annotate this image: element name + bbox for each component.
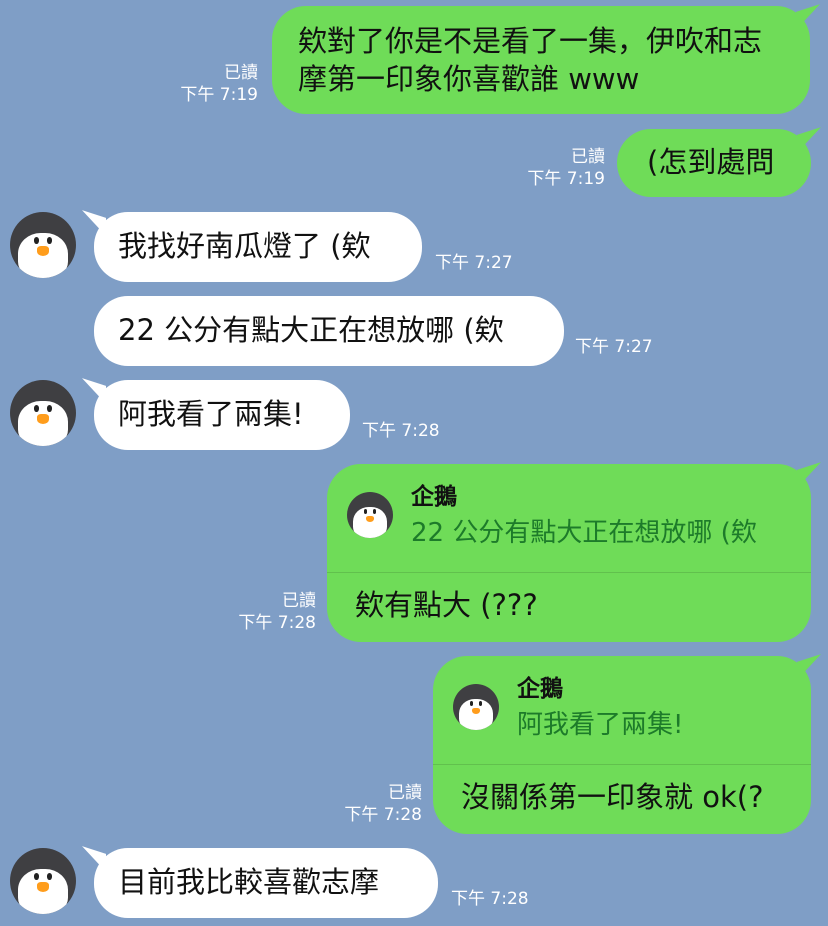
- message-text: 22 公分有點大正在想放哪 (欸: [118, 313, 504, 347]
- quoted-message[interactable]: 企鵝 阿我看了兩集!: [433, 656, 811, 765]
- timestamp: 下午 7:28: [451, 889, 529, 909]
- their-message-bubble[interactable]: 目前我比較喜歡志摩: [94, 848, 438, 918]
- timestamp: 下午 7:27: [435, 253, 513, 273]
- message-meta: 已讀 下午 7:19: [527, 146, 605, 190]
- timestamp: 下午 7:28: [238, 613, 316, 633]
- message-text: 阿我看了兩集!: [118, 397, 304, 431]
- their-message-bubble[interactable]: 阿我看了兩集!: [94, 380, 350, 450]
- message-text: 欸有點大 (???: [355, 588, 538, 622]
- penguin-avatar-icon[interactable]: [10, 848, 76, 914]
- my-message-bubble[interactable]: (怎到處問: [617, 129, 811, 197]
- quoted-text: 阿我看了兩集!: [517, 710, 684, 740]
- timestamp: 下午 7:27: [575, 337, 653, 357]
- my-reply-bubble[interactable]: 企鵝 阿我看了兩集! 沒關係第一印象就 ok(?: [433, 656, 811, 834]
- my-message-bubble[interactable]: 欸對了你是不是看了一集，伊吹和志摩第一印象你喜歡誰 www: [272, 6, 810, 114]
- penguin-avatar-icon: [453, 684, 499, 730]
- their-message-bubble[interactable]: 22 公分有點大正在想放哪 (欸: [94, 296, 564, 366]
- timestamp: 下午 7:19: [180, 85, 258, 105]
- penguin-avatar-icon[interactable]: [10, 212, 76, 278]
- message-text: 我找好南瓜燈了 (欸: [118, 229, 371, 263]
- my-reply-bubble[interactable]: 企鵝 22 公分有點大正在想放哪 (欸 欸有點大 (???: [327, 464, 811, 642]
- quoted-text: 22 公分有點大正在想放哪 (欸: [411, 518, 757, 548]
- penguin-avatar-icon[interactable]: [10, 380, 76, 446]
- quoted-sender-name: 企鵝: [411, 484, 457, 510]
- quoted-sender-name: 企鵝: [517, 676, 563, 702]
- message-text: (怎到處問: [647, 145, 775, 179]
- their-message-bubble[interactable]: 我找好南瓜燈了 (欸: [94, 212, 422, 282]
- message-text: 目前我比較喜歡志摩: [118, 865, 380, 899]
- quoted-message[interactable]: 企鵝 22 公分有點大正在想放哪 (欸: [327, 464, 811, 573]
- read-receipt: 已讀: [282, 591, 316, 611]
- read-receipt: 已讀: [571, 147, 605, 167]
- timestamp: 下午 7:19: [527, 169, 605, 189]
- chat-area[interactable]: 欸對了你是不是看了一集，伊吹和志摩第一印象你喜歡誰 www 已讀 下午 7:19…: [0, 0, 828, 926]
- timestamp: 下午 7:28: [344, 805, 422, 825]
- read-receipt: 已讀: [224, 63, 258, 83]
- message-meta: 已讀 下午 7:19: [180, 62, 258, 106]
- timestamp: 下午 7:28: [362, 421, 440, 441]
- penguin-avatar-icon: [347, 492, 393, 538]
- message-meta: 已讀 下午 7:28: [344, 782, 422, 826]
- message-text: 沒關係第一印象就 ok(?: [461, 780, 764, 814]
- message-meta: 已讀 下午 7:28: [238, 590, 316, 634]
- message-text: 欸對了你是不是看了一集，伊吹和志摩第一印象你喜歡誰 www: [298, 24, 763, 96]
- read-receipt: 已讀: [388, 783, 422, 803]
